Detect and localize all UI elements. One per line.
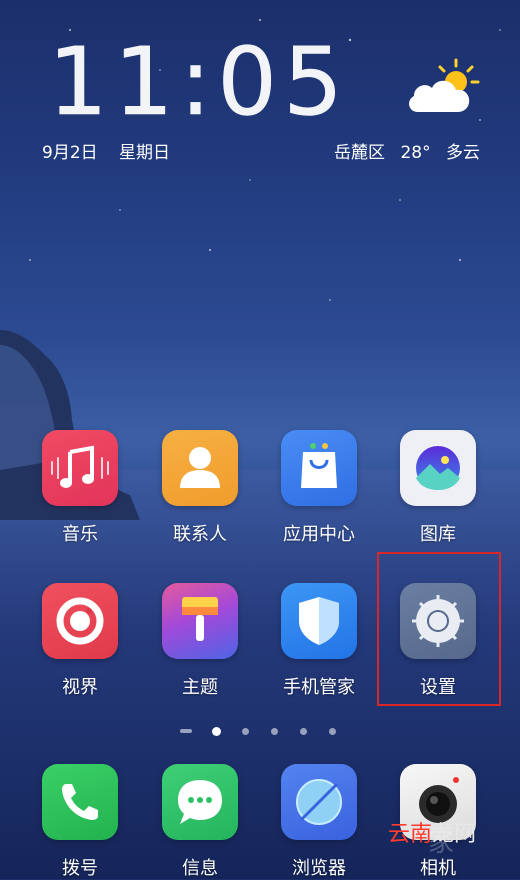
app-contacts[interactable]: 联系人: [145, 430, 255, 546]
shield-icon: [281, 583, 357, 659]
app-label: 应用中心: [283, 524, 355, 545]
weekday-text: 星期日: [119, 143, 171, 163]
watermark-text-a: 云南: [388, 822, 433, 847]
temperature-text: 28°: [400, 143, 431, 163]
app-label: 音乐: [62, 524, 98, 545]
page-dot[interactable]: [271, 728, 278, 735]
date-text: 9月2日: [42, 143, 98, 163]
date-line: 9月2日 星期日: [42, 138, 186, 163]
page-dot[interactable]: [180, 729, 192, 733]
dock-phone[interactable]: 拨号: [25, 764, 135, 880]
watermark-text-b: 龙网: [432, 822, 477, 847]
message-icon: [162, 764, 238, 840]
page-dot[interactable]: [242, 728, 249, 735]
app-phone-manager[interactable]: 手机管家: [264, 583, 374, 699]
lockscreen-clock: 11:05: [48, 28, 349, 137]
gallery-icon: [400, 430, 476, 506]
app-label: 信息: [182, 858, 218, 879]
app-label: 浏览器: [292, 858, 346, 879]
app-label: 手机管家: [283, 677, 355, 698]
theme-brush-icon: [162, 583, 238, 659]
page-dot[interactable]: [300, 728, 307, 735]
vision-icon: [42, 583, 118, 659]
settings-highlight-box: [377, 552, 501, 706]
page-dot[interactable]: [329, 728, 336, 735]
app-label: 视界: [62, 677, 98, 698]
weather-summary: 岳麓区 28° 多云: [324, 138, 480, 163]
app-theme[interactable]: 主题: [145, 583, 255, 699]
partly-cloudy-icon[interactable]: [404, 56, 482, 124]
app-label: 拨号: [62, 858, 98, 879]
app-store-icon: [281, 430, 357, 506]
watermark: 云南龙网: [388, 816, 476, 848]
app-vision[interactable]: 视界: [25, 583, 135, 699]
location-text: 岳麓区: [334, 143, 386, 163]
weather-condition-text: 多云: [446, 143, 480, 163]
music-icon: [42, 430, 118, 506]
phone-icon: [42, 764, 118, 840]
dock-browser[interactable]: 浏览器: [264, 764, 374, 880]
app-label: 联系人: [173, 524, 227, 545]
dock-messages[interactable]: 信息: [145, 764, 255, 880]
app-gallery[interactable]: 图库: [383, 430, 493, 546]
app-label: 图库: [420, 524, 456, 545]
page-dot-active[interactable]: [212, 727, 221, 736]
app-label: 主题: [182, 677, 218, 698]
app-music[interactable]: 音乐: [25, 430, 135, 546]
app-app-center[interactable]: 应用中心: [264, 430, 374, 546]
contacts-icon: [162, 430, 238, 506]
browser-icon: [281, 764, 357, 840]
